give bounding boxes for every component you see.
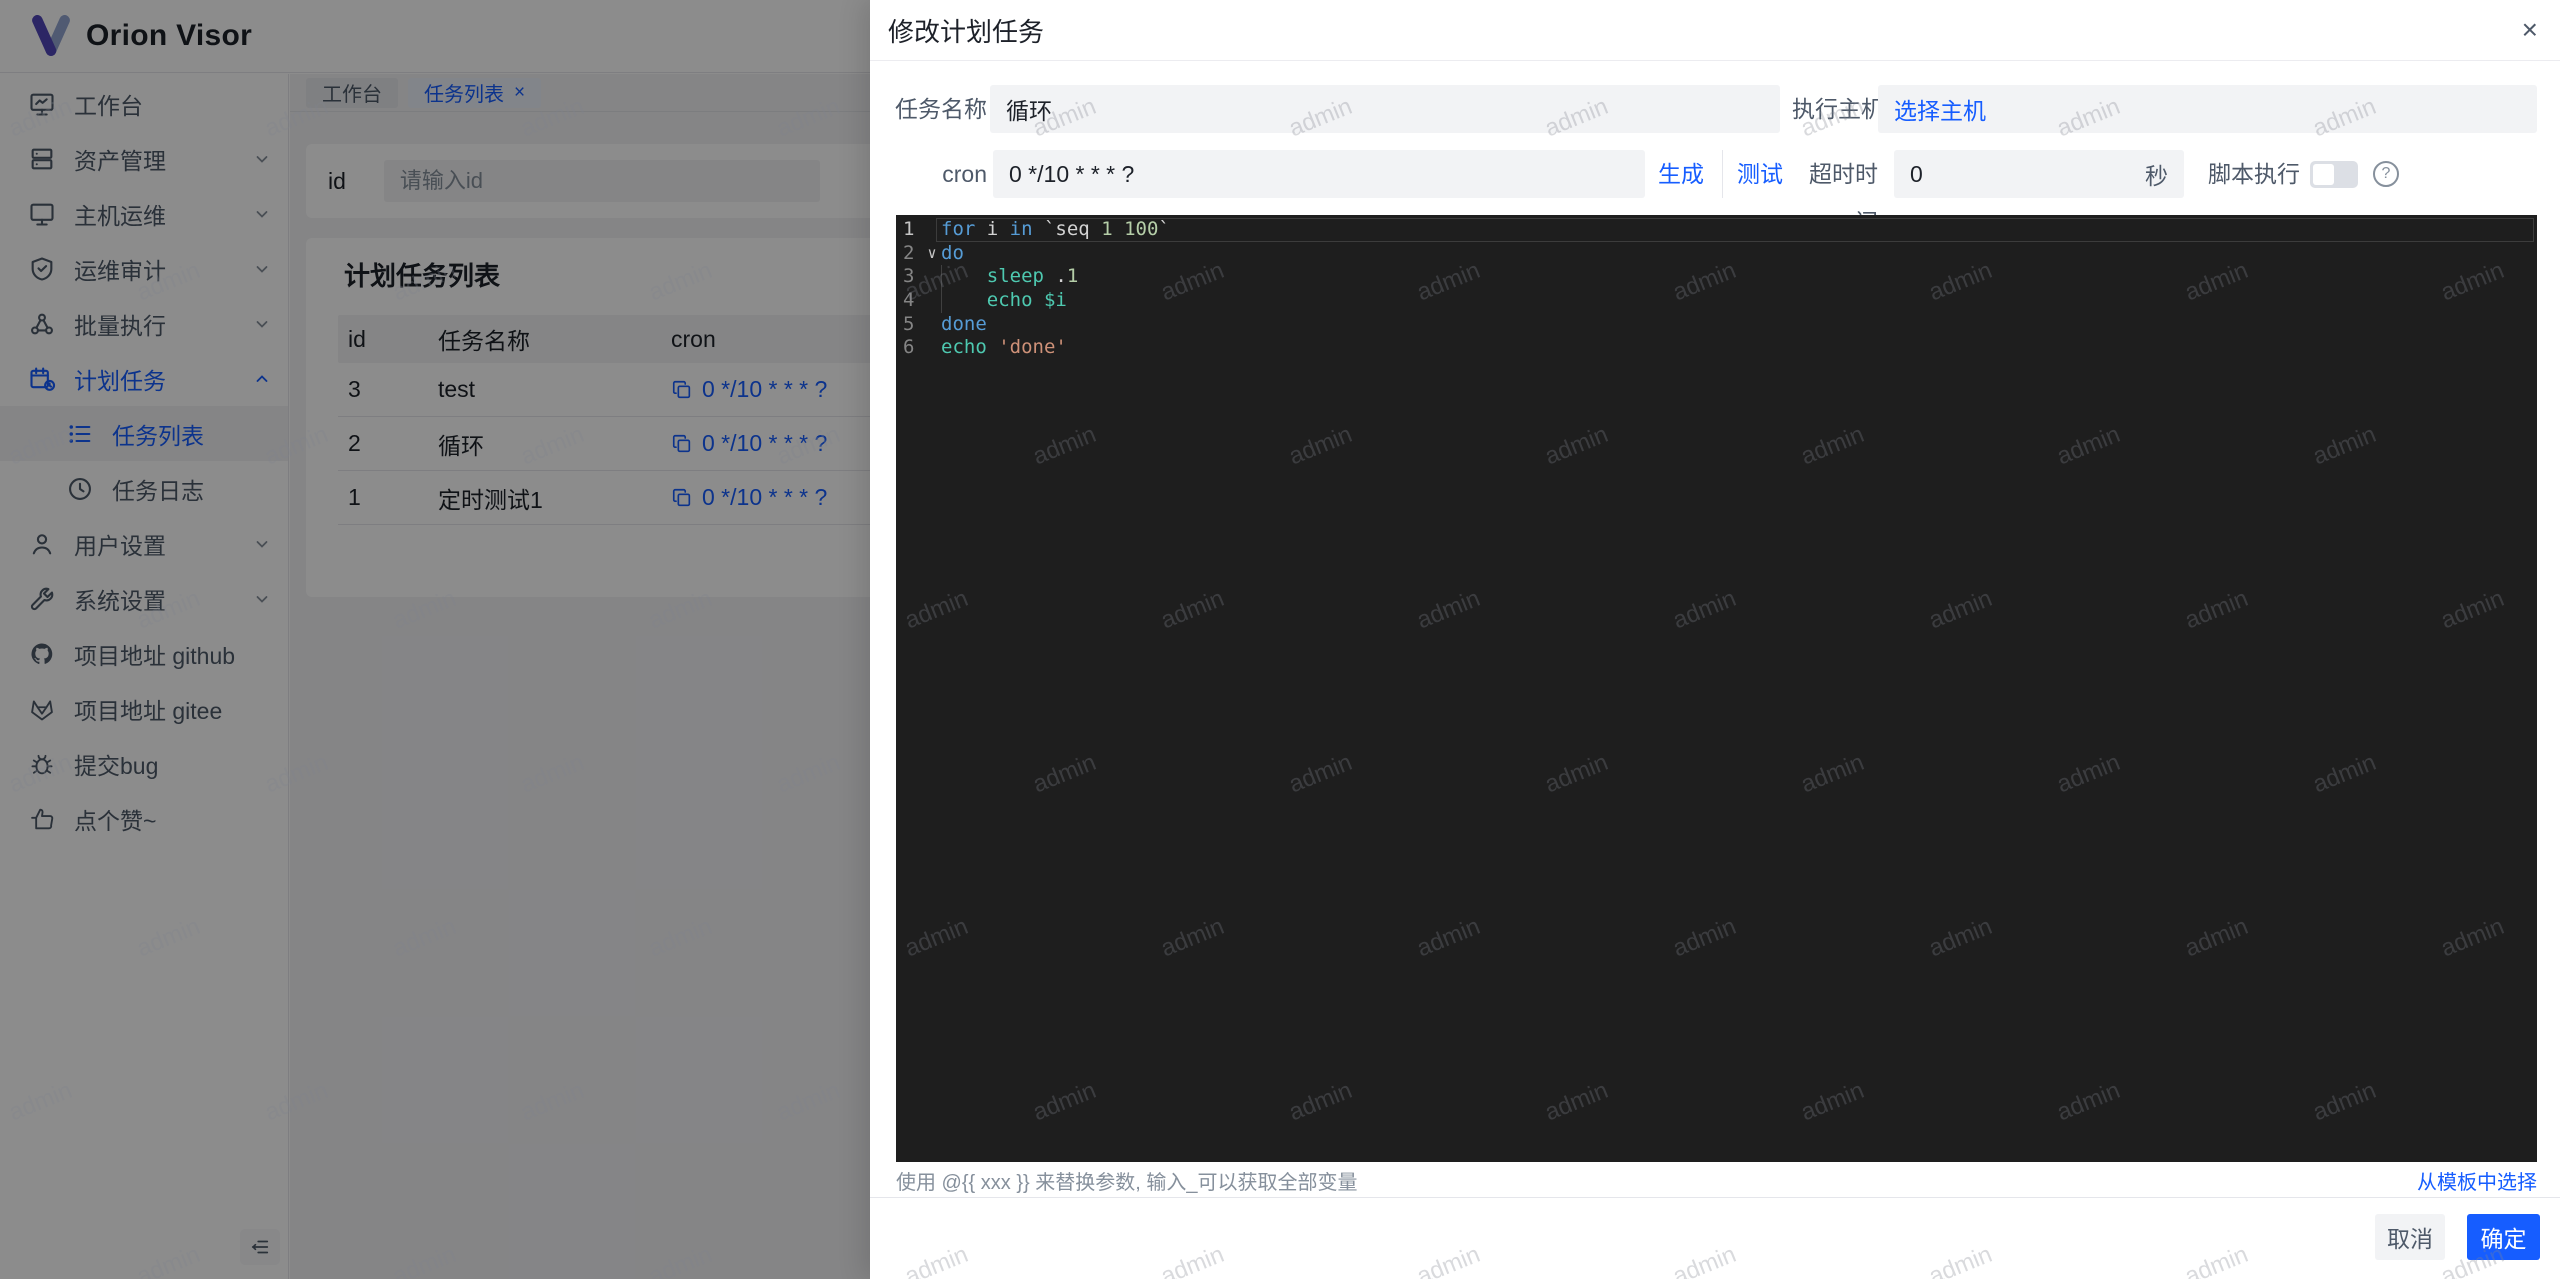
fold-gutter [923,336,941,360]
toggle-knob [2313,164,2334,185]
code-text: echo 'done' [941,336,1067,359]
editor-line[interactable]: 5 done [896,313,2537,337]
editor-line[interactable]: 4 echo $i [896,289,2537,313]
code-text: echo $i [986,289,1067,312]
line-number: 1 [903,218,915,240]
help-icon[interactable]: ? [2373,161,2399,187]
fold-gutter [923,313,941,337]
editor-line[interactable]: 6 echo 'done' [896,336,2537,360]
host-label: 执行主机 [1792,96,1884,122]
code-text: do [941,241,964,264]
footer-divider [870,1197,2560,1198]
fold-chevron-icon[interactable]: ∨ [923,242,941,266]
line-number: 6 [903,336,915,359]
cron-input[interactable] [993,150,1645,198]
editor-hint-text: 使用 @{{ xxx }} 来替换参数, 输入_可以获取全部变量 [896,1172,1358,1194]
task-name-input[interactable] [990,85,1780,133]
code-text: sleep .1 [986,265,1079,288]
modal-header: 修改计划任务 × [870,0,2560,61]
fold-gutter [923,265,941,289]
choose-from-template-link[interactable]: 从模板中选择 [2417,1166,2537,1195]
timeout-value: 0 [1910,160,1923,187]
select-host-link[interactable]: 选择主机 [1894,92,1986,126]
line-number: 3 [903,265,915,288]
task-name-label: 任务名称 [895,96,987,122]
line-number: 5 [903,312,915,335]
line-number: 4 [903,289,915,312]
cancel-button[interactable]: 取消 [2375,1214,2445,1260]
timeout-field[interactable]: 0 秒 [1894,150,2184,198]
confirm-button[interactable]: 确定 [2467,1214,2540,1260]
editor-lines: 1 for i in `seq 1 100` 2 ∨ do 3 sleep .1 4 ech… [896,218,2537,360]
timeout-label: 超时时间 [1809,161,1878,235]
editor-line[interactable]: 3 sleep .1 [896,265,2537,289]
cron-label: cron [942,161,987,187]
fold-gutter [923,218,941,242]
code-text: for i in `seq 1 100` [941,218,1170,240]
timeout-unit: 秒 [2145,163,2168,189]
script-exec-label: 脚本执行 [2208,161,2300,187]
script-code-editor[interactable]: 1 for i in `seq 1 100` 2 ∨ do 3 sleep .1 4 ech… [896,215,2537,1162]
host-select-field[interactable]: 选择主机 [1878,85,2537,133]
cron-test-link[interactable]: 测试 [1722,150,1783,198]
line-number: 2 [903,241,915,264]
code-text: done [941,312,987,335]
cron-generate-link[interactable]: 生成 [1658,150,1704,198]
script-exec-toggle[interactable] [2310,161,2358,188]
fold-gutter [923,289,941,313]
editor-line[interactable]: 2 ∨ do [896,242,2537,266]
edit-task-modal: 修改计划任务 × 任务名称 执行主机 选择主机 cron 生成 测试 超时时间 … [870,0,2560,1279]
editor-line[interactable]: 1 for i in `seq 1 100` [896,218,2537,242]
close-icon[interactable]: × [2522,16,2538,44]
modal-title: 修改计划任务 [888,16,1045,47]
